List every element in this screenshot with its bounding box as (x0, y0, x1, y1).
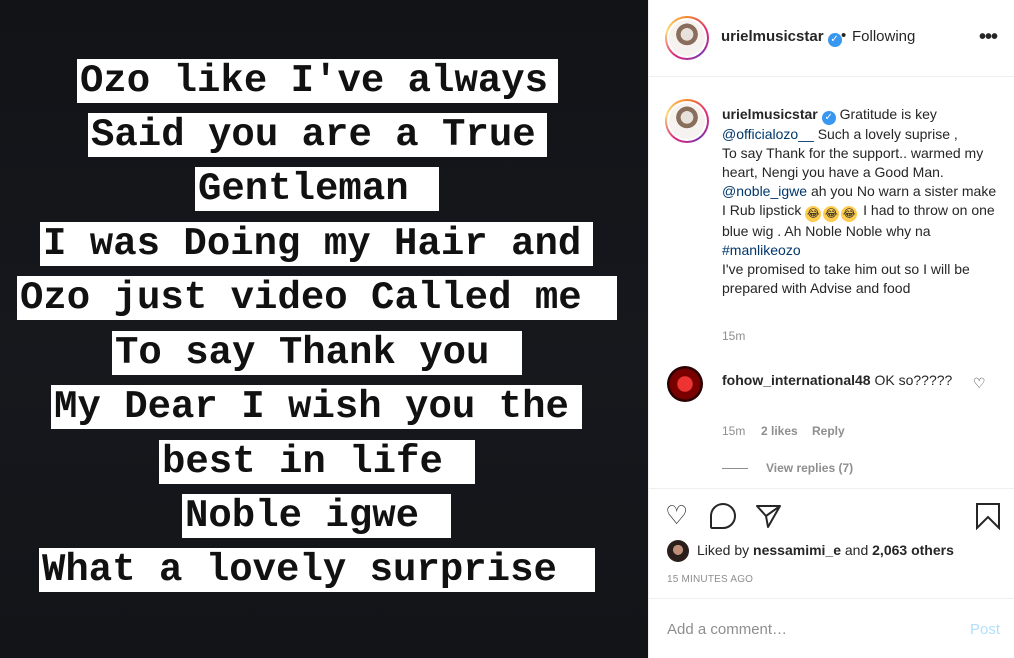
save-bookmark-icon[interactable] (975, 502, 1001, 530)
reply-button[interactable]: Reply (812, 424, 845, 438)
replies-divider (722, 468, 748, 469)
laughing-emoji-icon: 😂 (841, 206, 858, 222)
laughing-emoji-icon: 😂 (805, 206, 822, 222)
like-comment-icon[interactable]: ♡ (973, 375, 986, 392)
post-actions: ♡ Liked by nessamimi_e and 2,063 others … (649, 488, 1014, 598)
comments-list[interactable]: urielmusicstar ✓ Gratitude is key @offici… (649, 78, 1014, 488)
image-text-line: My Dear I wish you the (51, 385, 582, 429)
image-text-line: To say Thank you (112, 331, 522, 375)
image-text-line: best in life (159, 440, 475, 484)
more-options-icon[interactable]: ••• (979, 27, 998, 47)
view-replies-button[interactable]: View replies (7) (766, 461, 853, 475)
caption-text: urielmusicstar ✓ Gratitude is key @offici… (722, 106, 997, 296)
others-likes-link[interactable]: 2,063 others (872, 542, 954, 558)
verified-badge-icon: ✓ (821, 111, 836, 125)
following-button[interactable]: Following (852, 28, 915, 45)
caption-username[interactable]: urielmusicstar (722, 106, 818, 122)
image-text-line: I was Doing my Hair and (40, 222, 593, 266)
comment-likes[interactable]: 2 likes (761, 424, 798, 438)
post-side-panel: urielmusicstar ✓ • Following ••• urielmus… (648, 0, 1014, 658)
post-header: urielmusicstar ✓ • Following ••• (649, 0, 1014, 77)
comment-input[interactable] (667, 617, 957, 641)
image-text-line: Ozo like I've always (77, 59, 558, 103)
laughing-emoji-icon: 😂 (823, 206, 840, 222)
commenter-avatar[interactable] (667, 366, 703, 402)
liker-avatar[interactable] (667, 540, 689, 562)
separator-dot: • (841, 27, 847, 44)
share-send-icon[interactable] (755, 503, 782, 529)
post-image[interactable]: Ozo like I've always Said you are a True… (0, 0, 648, 658)
username-link[interactable]: urielmusicstar ✓ (721, 28, 842, 47)
image-text-line: What a lovely surprise (39, 548, 595, 592)
like-heart-icon[interactable]: ♡ (665, 501, 688, 529)
avatar[interactable] (665, 16, 709, 60)
image-text-line: Said you are a True (88, 113, 547, 157)
liker-username[interactable]: nessamimi_e (753, 542, 841, 558)
mention-link[interactable]: @officialozo__ (722, 126, 814, 142)
commenter-username[interactable]: fohow_international48 (722, 372, 871, 388)
post-comment-button[interactable]: Post (970, 621, 1000, 638)
post-timestamp[interactable]: 15 MINUTES AGO (667, 574, 753, 585)
mention-link[interactable]: @noble_igwe (722, 183, 807, 199)
image-text-line: Ozo just video Called me (17, 276, 617, 320)
add-comment-bar: Post (649, 598, 1014, 658)
comment-text: fohow_international48 OK so????? (722, 372, 953, 388)
comment-time[interactable]: 15m (722, 424, 745, 438)
liked-by-text: Liked by nessamimi_e and 2,063 others (697, 542, 954, 558)
caption-avatar[interactable] (665, 99, 709, 143)
caption-time[interactable]: 15m (722, 329, 745, 343)
image-text-line: Noble igwe (182, 494, 451, 538)
verified-badge-icon: ✓ (827, 33, 842, 47)
comment-bubble-icon[interactable] (710, 503, 736, 529)
image-text-line: Gentleman (195, 167, 439, 211)
hashtag-link[interactable]: #manlikeozo (722, 242, 801, 258)
